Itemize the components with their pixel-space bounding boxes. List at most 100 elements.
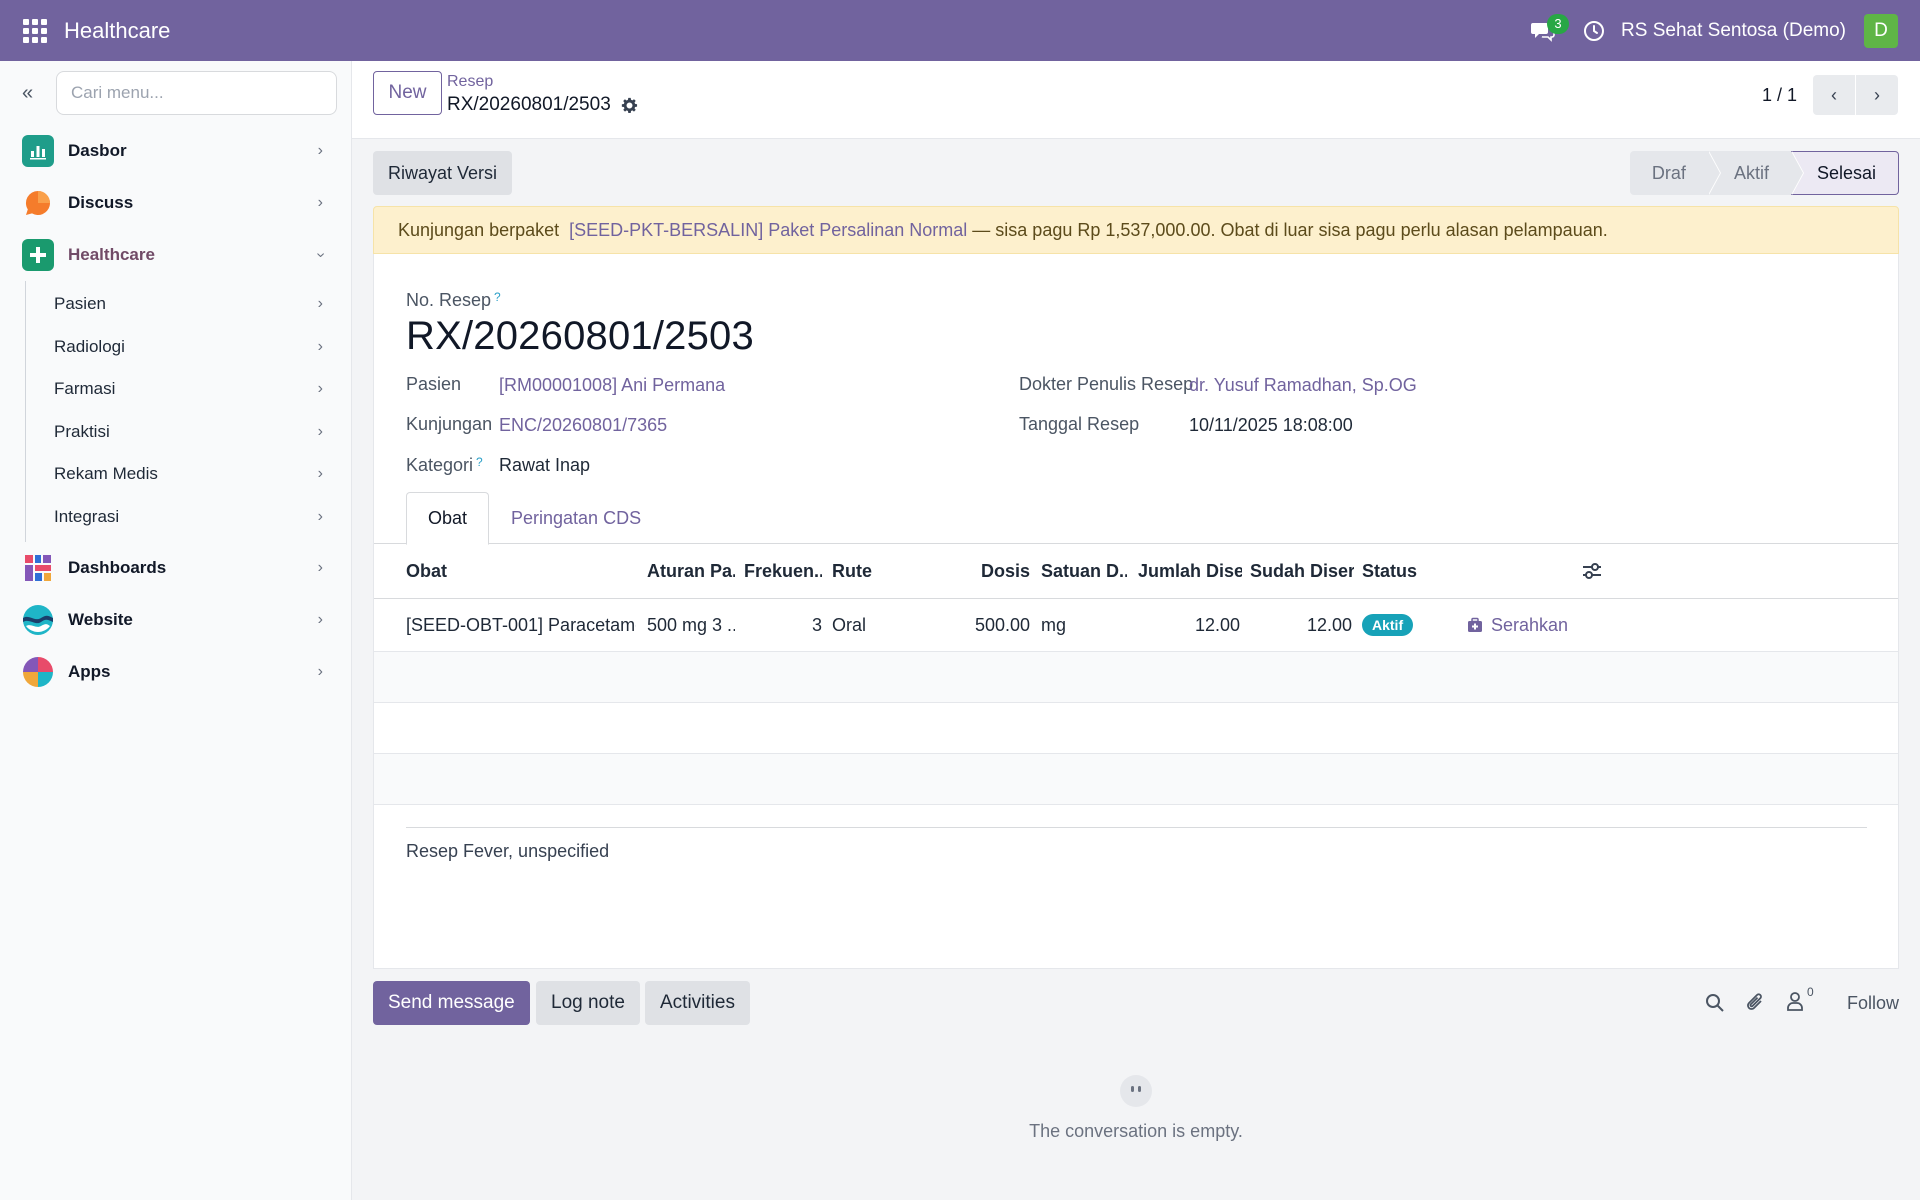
sidebar-item-rekam-medis[interactable]: Rekam Medis › bbox=[26, 453, 351, 496]
gear-icon[interactable] bbox=[621, 97, 638, 114]
stage-selesai[interactable]: Selesai bbox=[1790, 151, 1899, 195]
col-rute[interactable]: Rute bbox=[832, 544, 892, 598]
col-aturan[interactable]: Aturan Pa... bbox=[647, 544, 735, 598]
company-switcher[interactable]: RS Sehat Sentosa (Demo) bbox=[1621, 20, 1846, 42]
sidebar-item-label: Farmasi bbox=[54, 379, 116, 399]
user-avatar[interactable]: D bbox=[1864, 13, 1898, 48]
sidebar-item-dashboards[interactable]: Dashboards › bbox=[0, 542, 351, 594]
kunjungan-label: Kunjungan bbox=[406, 414, 493, 434]
kunjungan-field[interactable]: ENC/20260801/7365 bbox=[499, 415, 667, 436]
serahkan-label: Serahkan bbox=[1491, 614, 1569, 635]
col-obat[interactable]: Obat bbox=[406, 544, 636, 598]
sidebar-item-farmasi[interactable]: Farmasi › bbox=[26, 368, 351, 411]
notes-divider bbox=[406, 827, 1867, 828]
package-alert: Kunjungan berpaket [SEED-PKT-BERSALIN] P… bbox=[373, 206, 1899, 254]
empty-row bbox=[374, 652, 1898, 703]
sidebar: « Dasbor › Discuss › Healthcare › Pasien… bbox=[0, 61, 352, 1200]
chatter-tools: 0 Follow bbox=[1705, 981, 1899, 1025]
collapse-sidebar-icon[interactable]: « bbox=[22, 82, 36, 105]
col-jumlah[interactable]: Jumlah Dise... bbox=[1138, 544, 1242, 598]
cell-dosis[interactable]: 500.00 bbox=[934, 599, 1030, 651]
follow-button[interactable]: Follow bbox=[1847, 993, 1899, 1014]
help-tooltip-icon[interactable]: ? bbox=[494, 290, 501, 304]
activity-button[interactable] bbox=[1579, 11, 1609, 51]
paperclip-icon[interactable] bbox=[1745, 992, 1765, 1014]
help-tooltip-icon[interactable]: ? bbox=[476, 455, 483, 469]
package-link[interactable]: [SEED-PKT-BERSALIN] Paket Persalinan Nor… bbox=[569, 220, 967, 241]
col-sudah[interactable]: Sudah Diser... bbox=[1250, 544, 1354, 598]
chevron-right-icon: › bbox=[317, 194, 323, 211]
pasien-field[interactable]: [RM00001008] Ani Permana bbox=[499, 375, 725, 396]
optional-columns-toggle[interactable] bbox=[1582, 544, 1606, 598]
messaging-button[interactable]: 3 bbox=[1523, 11, 1570, 51]
cell-obat[interactable]: [SEED-OBT-001] Paracetamol ... bbox=[406, 599, 636, 651]
cell-jumlah[interactable]: 12.00 bbox=[1138, 599, 1240, 651]
sidebar-item-label: Rekam Medis bbox=[54, 464, 158, 484]
sidebar-menu: Dasbor › Discuss › Healthcare › bbox=[0, 125, 351, 281]
sidebar-item-pasien[interactable]: Pasien › bbox=[26, 283, 351, 326]
chat-count-badge: 3 bbox=[1547, 13, 1570, 34]
sidebar-item-apps[interactable]: Apps › bbox=[0, 646, 351, 698]
sidebar-item-label: Radiologi bbox=[54, 336, 125, 356]
table-row[interactable]: [SEED-OBT-001] Paracetamol ... 500 mg 3 … bbox=[374, 599, 1898, 652]
control-panel: New Resep RX/20260801/2503 1 / 1 ‹ › bbox=[352, 61, 1920, 139]
app-menu-button[interactable] bbox=[0, 0, 70, 61]
chevron-right-icon: › bbox=[317, 295, 323, 313]
clock-icon bbox=[1584, 20, 1605, 41]
tab-peringatan-cds[interactable]: Peringatan CDS bbox=[490, 492, 662, 544]
tab-obat[interactable]: Obat bbox=[406, 492, 490, 545]
main-content: New Resep RX/20260801/2503 1 / 1 ‹ › Riw… bbox=[352, 61, 1920, 1200]
search-icon[interactable] bbox=[1705, 993, 1725, 1013]
cell-frekuensi[interactable]: 3 bbox=[744, 599, 822, 651]
prescription-notes[interactable]: Resep Fever, unspecified bbox=[406, 841, 609, 862]
sidebar-item-label: Dasbor bbox=[68, 141, 127, 160]
chevron-right-icon: › bbox=[317, 142, 323, 159]
cell-rute[interactable]: Oral bbox=[832, 599, 892, 651]
sidebar-item-radiologi[interactable]: Radiologi › bbox=[26, 326, 351, 369]
stage-draf[interactable]: Draf bbox=[1629, 151, 1721, 195]
app-title[interactable]: Healthcare bbox=[64, 18, 170, 44]
pager-value[interactable]: 1 / 1 bbox=[1762, 85, 1797, 106]
breadcrumb-parent-link[interactable]: Resep bbox=[447, 73, 493, 91]
dokter-field[interactable]: dr. Yusuf Ramadhan, Sp.OG bbox=[1189, 375, 1417, 396]
serahkan-button[interactable]: Serahkan bbox=[1467, 599, 1587, 651]
tanggal-field[interactable]: 10/11/2025 18:08:00 bbox=[1189, 415, 1353, 436]
next-record-button[interactable]: › bbox=[1856, 75, 1898, 115]
sidebar-item-praktisi[interactable]: Praktisi › bbox=[26, 411, 351, 454]
chevron-right-icon: › bbox=[317, 559, 323, 576]
alert-prefix: Kunjungan berpaket bbox=[398, 219, 565, 240]
sidebar-item-website[interactable]: Website › bbox=[0, 594, 351, 646]
col-frekuensi[interactable]: Frekuen... bbox=[744, 544, 822, 598]
menu-search-input[interactable] bbox=[56, 71, 337, 115]
new-button[interactable]: New bbox=[373, 71, 442, 115]
cell-aturan[interactable]: 500 mg 3 ... bbox=[647, 599, 735, 651]
cell-satuan[interactable]: mg bbox=[1041, 599, 1127, 651]
send-message-button[interactable]: Send message bbox=[373, 981, 530, 1025]
sidebar-item-healthcare[interactable]: Healthcare › bbox=[0, 229, 351, 281]
version-history-button[interactable]: Riwayat Versi bbox=[373, 151, 513, 195]
sidebar-item-dasbor[interactable]: Dasbor › bbox=[0, 125, 351, 177]
activities-button[interactable]: Activities bbox=[645, 981, 750, 1025]
dashboards-tiles-icon bbox=[22, 552, 54, 584]
previous-record-button[interactable]: ‹ bbox=[1813, 75, 1855, 115]
cell-sudah[interactable]: 12.00 bbox=[1250, 599, 1352, 651]
apps-pie-icon bbox=[22, 656, 54, 688]
col-satuan[interactable]: Satuan D... bbox=[1041, 544, 1127, 598]
log-note-button[interactable]: Log note bbox=[536, 981, 640, 1025]
sliders-icon bbox=[1583, 563, 1601, 579]
sidebar-item-discuss[interactable]: Discuss › bbox=[0, 177, 351, 229]
sidebar-item-label: Discuss bbox=[68, 193, 134, 212]
kategori-field[interactable]: Rawat Inap bbox=[499, 455, 590, 476]
col-status[interactable]: Status bbox=[1362, 544, 1442, 598]
sidebar-item-label: Website bbox=[68, 610, 133, 629]
col-dosis[interactable]: Dosis bbox=[934, 544, 1030, 598]
dokter-label: Dokter Penulis Resep bbox=[1019, 374, 1194, 394]
chevron-right-icon: › bbox=[317, 465, 323, 483]
sidebar-item-label: Apps bbox=[68, 662, 111, 681]
status-badge: Aktif bbox=[1362, 614, 1414, 636]
breadcrumb-current: RX/20260801/2503 bbox=[447, 94, 638, 116]
followers-button[interactable]: 0 bbox=[1785, 985, 1814, 1016]
medkit-icon bbox=[1468, 617, 1482, 632]
discuss-bubble-icon bbox=[22, 187, 54, 219]
sidebar-item-integrasi[interactable]: Integrasi › bbox=[26, 496, 351, 539]
